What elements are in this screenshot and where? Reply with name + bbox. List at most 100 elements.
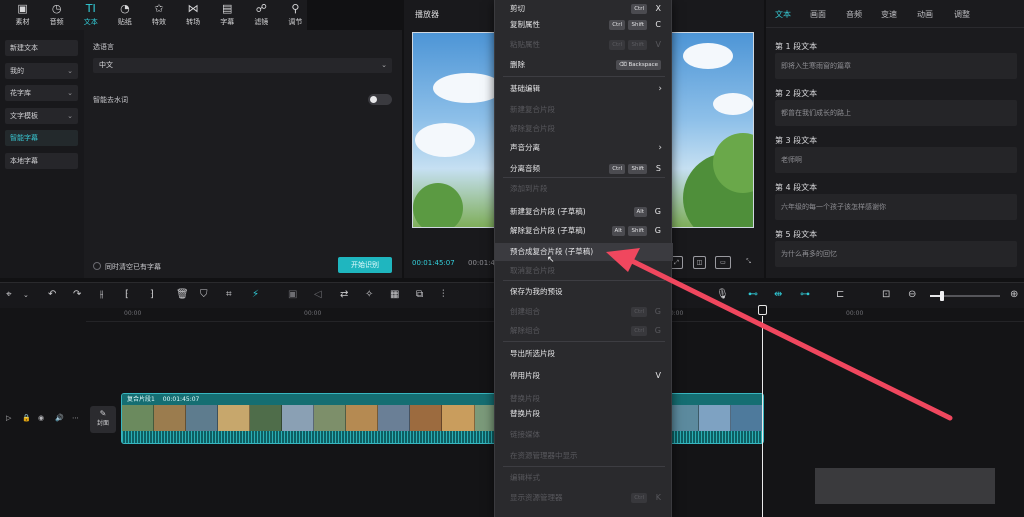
left-nav-item[interactable]: 文字模板 ⌄	[5, 107, 78, 124]
crop-tool-icon[interactable]: ⌗	[226, 289, 232, 301]
toolbar-transition-tab[interactable]: ⋈ 转场	[182, 0, 205, 30]
zoom-slider[interactable]	[930, 291, 1000, 301]
clear-existing-checkbox[interactable]	[93, 262, 101, 270]
reverse-icon[interactable]: ◁	[314, 289, 322, 301]
context-menu-item: 解除复合片段	[495, 120, 673, 138]
magic-icon[interactable]: ✧	[365, 289, 373, 301]
left-nav-item[interactable]: 花字库 ⌄	[5, 85, 78, 101]
redo-icon[interactable]: ↷	[73, 289, 81, 301]
context-menu-item[interactable]: 保存为我的预设	[495, 283, 673, 301]
link-clip-icon[interactable]: ⊶	[800, 289, 810, 301]
language-select[interactable]: 中文 ⌄	[93, 58, 392, 73]
properties-tab[interactable]: 变速	[881, 9, 897, 20]
toolbar-media-tab[interactable]: ▣ 素材	[11, 0, 34, 30]
zoom-out-icon[interactable]: ⊖	[908, 289, 916, 301]
ratio-button[interactable]: ▭	[715, 256, 731, 269]
context-menu-item[interactable]: 停用片段 V	[495, 367, 673, 385]
tree-shape	[413, 183, 463, 227]
trim-left-icon[interactable]: ⁅	[125, 289, 129, 301]
speed-icon[interactable]: ⚡	[252, 289, 259, 301]
cover-button[interactable]: ✎ 封面	[90, 406, 116, 433]
cover-label: 封面	[96, 420, 109, 427]
track-icon: ▷	[6, 414, 12, 422]
trim-right-icon[interactable]: ⁆	[150, 289, 154, 301]
properties-tab[interactable]: 调整	[954, 9, 970, 20]
chevron-down-icon[interactable]: ⌄	[23, 289, 29, 301]
text-properties-panel: 文本 画面 音频 变速 动画 调整 第 1 段文本 即将入生寒雨窗的篇章第 2 段文本 都曾在…	[766, 0, 1024, 278]
toolbar-filter-tab[interactable]: ☍ 滤镜	[250, 0, 273, 30]
properties-tab[interactable]: 文本	[775, 9, 791, 20]
left-nav-item[interactable]: 本地字幕	[5, 152, 78, 169]
context-menu-item: 解除组合 Ctrl G	[495, 322, 673, 340]
preview-axis-icon[interactable]: ⊏	[836, 289, 844, 301]
volume-icon[interactable]: 🔊	[55, 414, 64, 422]
toolbar-adjust-tab[interactable]: ⚲ 调节	[284, 0, 307, 30]
toolbar-text-tab[interactable]: TI 文本	[79, 0, 102, 30]
lock-icon[interactable]: 🔒	[22, 414, 31, 422]
mirror-icon[interactable]: ⇄	[340, 289, 348, 301]
context-menu-item[interactable]: 复制属性 Shift Ctrl C	[495, 16, 673, 34]
snap-icon[interactable]: ⇹	[774, 289, 782, 301]
more-icon[interactable]: ⋯	[72, 414, 79, 422]
toolbar-sticker-tab[interactable]: ◔ 贴纸	[113, 0, 136, 30]
toolbar-audio-tab[interactable]: ◷ 音频	[45, 0, 68, 30]
context-menu-item[interactable]: 声音分离 ›	[495, 139, 673, 157]
context-menu-item: 添加到片段	[495, 180, 673, 198]
toolbar-label: 滤镜	[254, 18, 269, 26]
context-menu-item[interactable]: 新建复合片段 (子草稿) Alt G	[495, 203, 673, 221]
remove-filler-toggle[interactable]	[368, 94, 392, 105]
split-icon[interactable]: ⫲	[100, 289, 103, 301]
left-nav-item[interactable]: 智能字幕	[5, 130, 78, 146]
toolbar-label: 音频	[49, 18, 64, 26]
left-nav-item[interactable]: 新建文本	[5, 40, 78, 56]
context-menu-item: 创建组合 Ctrl G	[495, 303, 673, 321]
export-frame-icon[interactable]: ⧉	[416, 289, 423, 301]
eye-icon[interactable]: ◉	[38, 414, 44, 422]
left-nav-item[interactable]: 我的 ⌄	[5, 62, 78, 79]
crop-icon[interactable]: ◫	[693, 256, 706, 269]
preview-icon[interactable]: ⊡	[882, 289, 890, 301]
frame-icon[interactable]: ▦	[390, 289, 399, 301]
context-menu-item: 链接媒体	[495, 426, 673, 444]
context-menu-item[interactable]: 导出所选片段	[495, 345, 673, 363]
context-menu-item[interactable]: 解除复合片段 (子草稿) Shift Alt G	[495, 222, 673, 240]
top-toolbar: ▣ 素材 ◷ 音频 TI 文本 ◔ 贴纸 ✩ 特效 ⋈ 转场 ▤ 字幕 ☍ 滤镜 ⚲ 调节	[0, 0, 307, 30]
playhead-handle[interactable]	[758, 305, 767, 315]
zoom-in-icon[interactable]: ⊕	[1010, 289, 1018, 301]
select-tool-icon[interactable]: ⌖	[6, 289, 12, 301]
properties-tab[interactable]: 动画	[917, 9, 933, 20]
context-menu-item[interactable]: 删除 ⌫ Backspace	[495, 56, 673, 74]
toolbar-effects-tab[interactable]: ✩ 特效	[147, 0, 170, 30]
clip-thumbnail	[698, 405, 731, 431]
context-menu-item[interactable]: 分离音频 Shift Ctrl S	[495, 160, 673, 178]
shortcut-key: V	[655, 371, 661, 380]
undo-icon[interactable]: ↶	[48, 289, 56, 301]
clip-thumbnail	[410, 405, 443, 431]
player-title: 播放器	[415, 10, 439, 19]
context-menu-item[interactable]: 基础编辑 ›	[495, 80, 673, 98]
properties-tab[interactable]: 音频	[846, 9, 862, 20]
segment-text-field[interactable]: 老师啊	[775, 147, 1017, 173]
segment-text-field[interactable]: 都曾在我们成长的路上	[775, 100, 1017, 126]
context-menu-item[interactable]: 替换片段	[495, 405, 673, 423]
segment-text-field[interactable]: 为什么再多的回忆	[775, 241, 1017, 267]
toolbar-caption-tab[interactable]: ▤ 字幕	[216, 0, 239, 30]
link-main-track-icon[interactable]: ⊷	[748, 289, 758, 301]
freeze-icon[interactable]: ▣	[288, 289, 297, 301]
shortcut-key: G	[654, 226, 661, 235]
beat-icon[interactable]: ⫶	[442, 289, 445, 301]
context-menu-item: 显示资源管理器 Ctrl K	[495, 489, 673, 507]
playhead[interactable]	[762, 316, 763, 517]
properties-tab[interactable]: 画面	[810, 9, 826, 20]
segment-text-field[interactable]: 即将入生寒雨窗的篇章	[775, 53, 1017, 79]
context-menu-item[interactable]: 预合成复合片段 (子草稿) ↖	[495, 243, 673, 265]
zoom-slider-handle[interactable]	[940, 291, 944, 301]
delete-icon[interactable]: 🗑	[176, 289, 189, 301]
submenu-arrow-icon: ›	[658, 143, 662, 153]
microphone-icon[interactable]: 🎙	[716, 289, 729, 301]
segment-text-field[interactable]: 六年级的每一个孩子该怎样感谢你	[775, 194, 1017, 220]
start-recognition-button[interactable]: 开始识别	[338, 257, 392, 273]
fullscreen-icon[interactable]: ⤡	[742, 256, 755, 269]
shortcut-key-badge: Ctrl	[609, 40, 625, 50]
shield-icon[interactable]: ⛉	[200, 289, 208, 301]
